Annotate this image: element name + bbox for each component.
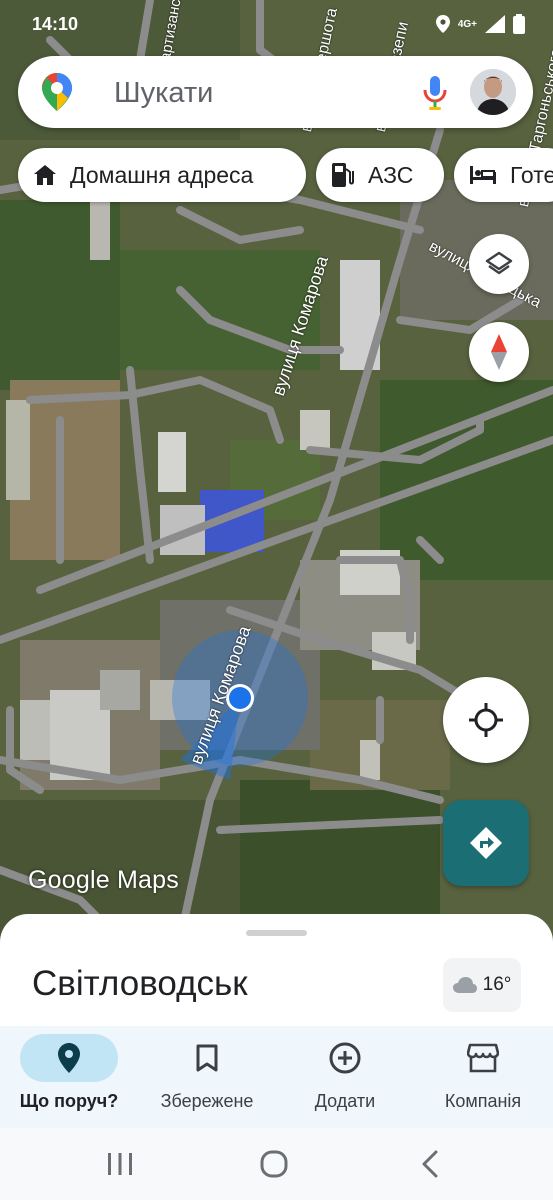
chip-home-address[interactable]: Домашня адреса — [18, 148, 306, 202]
google-maps-logo: Google Maps — [28, 866, 179, 894]
back-button[interactable] — [410, 1148, 450, 1180]
home-circle-icon — [260, 1150, 288, 1178]
directions-button[interactable] — [443, 800, 529, 886]
back-icon — [422, 1150, 438, 1178]
nav-label: Компанія — [444, 1091, 522, 1111]
search-input[interactable]: Шукати — [114, 77, 213, 110]
home-button[interactable] — [254, 1148, 294, 1180]
recent-apps-icon — [108, 1153, 132, 1175]
nav-label: Збережене — [160, 1091, 254, 1111]
cloud-icon — [452, 977, 477, 993]
layers-button[interactable] — [469, 234, 529, 294]
nav-label: Що поруч? — [19, 1091, 119, 1111]
status-bar: 14:10 4G+ — [0, 0, 553, 50]
google-maps-pin-icon — [42, 73, 72, 116]
nav-business[interactable]: Компанія — [414, 1034, 552, 1124]
chip-label: Домашня адреса — [70, 161, 254, 188]
home-icon — [34, 165, 56, 185]
nav-label: Додати — [314, 1091, 376, 1111]
bottom-sheet[interactable]: Світловодськ 16° — [0, 914, 553, 1026]
my-location-button[interactable] — [443, 677, 529, 763]
recent-apps-button[interactable] — [100, 1148, 140, 1180]
directions-icon — [470, 827, 502, 859]
chip-label: АЗС — [368, 161, 414, 188]
weather-badge[interactable]: 16° — [443, 958, 521, 1012]
pin-icon — [58, 1043, 80, 1073]
layers-icon — [485, 251, 513, 275]
nav-explore[interactable]: Що поруч? — [0, 1034, 138, 1124]
compass-button[interactable] — [469, 322, 529, 382]
chip-label: Готелі — [510, 161, 553, 188]
satellite-map[interactable]: вулиця Комарова вулиця Комарова вулиця М… — [0, 0, 553, 940]
account-avatar[interactable] — [470, 69, 516, 115]
chip-hotels[interactable]: Готелі — [454, 148, 553, 202]
network-type: 4G+ — [457, 18, 477, 30]
bed-icon — [470, 166, 496, 184]
place-title: Світловодськ — [32, 964, 248, 1003]
temperature: 16° — [482, 974, 512, 995]
chip-gas-stations[interactable]: АЗС — [316, 148, 444, 202]
add-circle-icon — [329, 1042, 361, 1074]
mic-icon[interactable] — [422, 76, 448, 115]
store-icon — [467, 1043, 499, 1073]
sheet-drag-handle[interactable] — [246, 930, 307, 936]
battery-icon — [513, 14, 525, 34]
status-time: 14:10 — [32, 14, 79, 34]
nav-contribute[interactable]: Додати — [276, 1034, 414, 1124]
signal-icon — [485, 15, 505, 33]
my-location-icon — [469, 703, 503, 737]
gas-station-icon — [332, 163, 354, 187]
bottom-navigation: Що поруч? Збережене Додати Компанія — [0, 1026, 553, 1128]
search-bar[interactable]: Шукати — [18, 56, 533, 128]
system-navigation-bar — [0, 1128, 553, 1200]
compass-icon — [491, 334, 507, 370]
status-icons: 4G+ — [435, 14, 525, 34]
nav-saved[interactable]: Збережене — [138, 1034, 276, 1124]
location-status-icon — [435, 15, 450, 33]
map-canvas — [0, 0, 553, 940]
bookmark-icon — [196, 1044, 218, 1072]
